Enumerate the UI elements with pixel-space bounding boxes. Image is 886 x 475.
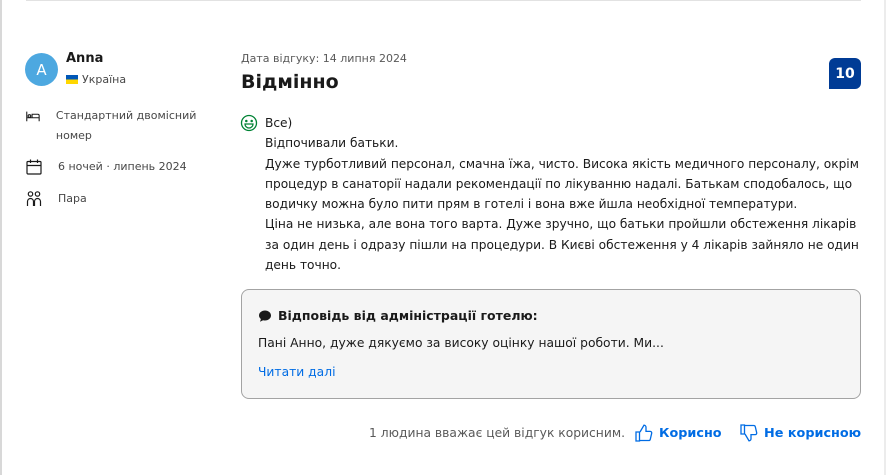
not-helpful-button[interactable]: Не корисною (739, 423, 861, 443)
review-line: процедур в санаторії надали рекомендації… (265, 176, 853, 191)
score-badge: 10 (829, 58, 861, 89)
review-positive-text: Все) Відпочивали батьки. Дуже турботливи… (265, 113, 861, 275)
top-divider (26, 0, 861, 1)
avatar-initial: A (36, 60, 47, 79)
speech-bubble-icon (259, 310, 271, 322)
review-line: водичку можна було пити прям в готелі і … (265, 197, 798, 212)
ukraine-flag-icon (66, 75, 78, 84)
thumbs-down-icon (740, 424, 758, 442)
review-line: Дуже турботливий персонал, смачна їжа, ч… (265, 156, 859, 171)
calendar-icon (26, 159, 42, 175)
hotel-reply-box: Відповідь від адміністрації готелю: Пані… (241, 289, 861, 399)
nights-label: 6 ночей · липень 2024 (58, 160, 187, 173)
review-line: Ціна не низька, але вона того варта. Дуж… (265, 217, 857, 232)
bed-icon (26, 111, 40, 122)
people-icon (26, 191, 42, 206)
review-title: Відмінно (241, 71, 339, 93)
review-line: Все) (265, 116, 293, 130)
room-label: Стандартний двомісний номер (55, 109, 197, 142)
review-line: за один день і одразу пішли на процедури… (265, 237, 859, 252)
reply-heading: Відповідь від адміністрації готелю: (258, 308, 538, 323)
nights-info: 6 ночей · липень 2024 (25, 157, 187, 177)
reply-text: Пані Анно, дуже дякуємо за високу оцінку… (258, 336, 664, 350)
not-helpful-label: Не корисною (764, 425, 862, 441)
read-more-link[interactable]: Читати далі (258, 365, 336, 379)
left-edge-divider (0, 0, 2, 475)
avatar: A (25, 53, 58, 86)
reply-heading-label: Відповідь від адміністрації готелю: (278, 308, 538, 323)
helpful-label: Корисно (659, 425, 722, 441)
helpful-button[interactable]: Корисно (634, 423, 722, 443)
review-line: Відпочивали батьки. (265, 136, 399, 151)
review-line: день точно. (265, 258, 342, 273)
review-date: Дата відгуку: 14 липня 2024 (241, 52, 407, 65)
room-info: Стандартний двомісний номер (25, 106, 215, 146)
country-label: Україна (82, 73, 127, 86)
traveler-type-info: Пара (25, 189, 87, 209)
helpful-count: 1 людина вважає цей відгук корисним. (369, 426, 626, 440)
traveler-type-label: Пара (58, 192, 87, 205)
reviewer-country: Україна (66, 73, 126, 86)
reviewer-name: Anna (66, 51, 104, 66)
thumbs-up-icon (635, 424, 653, 442)
smile-icon (240, 114, 258, 132)
